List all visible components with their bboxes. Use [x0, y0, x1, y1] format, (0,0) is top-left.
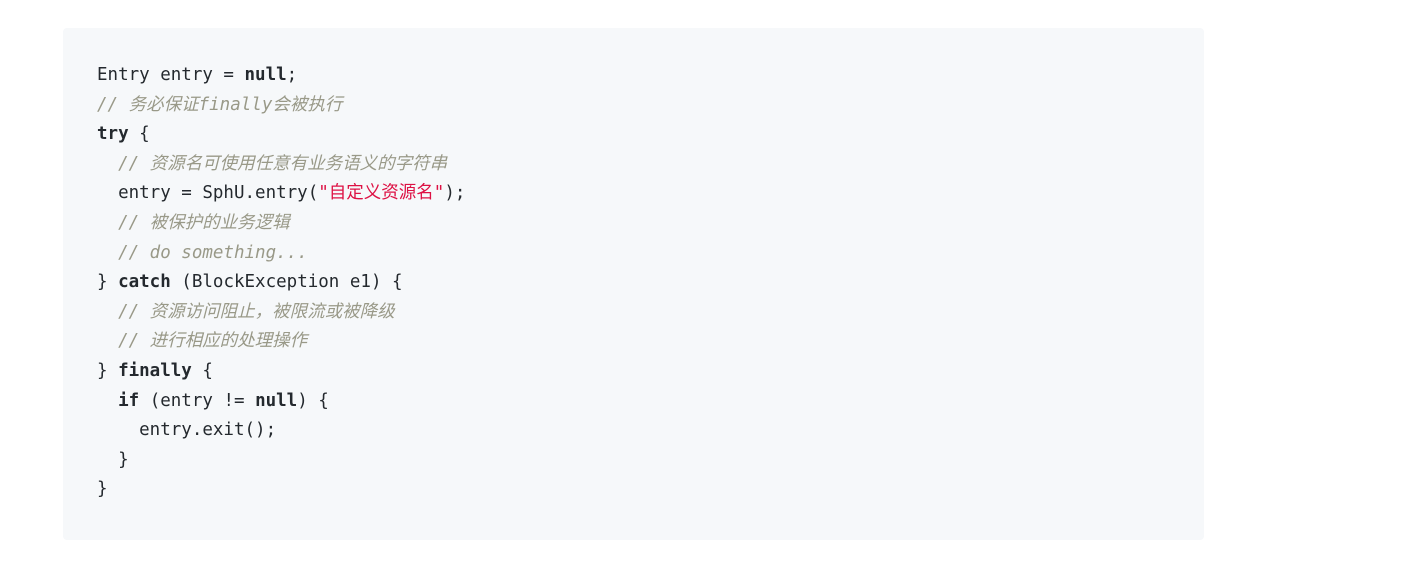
code-text: );: [444, 183, 466, 204]
code-line: entry = SphU.entry("自定义资源名");: [97, 179, 1204, 209]
keyword: null: [255, 390, 298, 411]
keyword: try: [97, 124, 129, 145]
comment: // 被保护的业务逻辑: [118, 212, 290, 233]
code-text: (entry !=: [139, 390, 256, 411]
code-line: // 务必保证finally会被执行: [97, 91, 1204, 121]
code-line: // do something...: [97, 239, 1204, 269]
string-literal: "自定义资源名": [318, 183, 445, 204]
code-line: try {: [97, 120, 1204, 150]
code-line: Entry entry = null;: [97, 61, 1204, 91]
code-text: {: [191, 360, 213, 381]
code-line: } catch (BlockException e1) {: [97, 268, 1204, 298]
code-line: // 资源访问阻止，被限流或被降级: [97, 298, 1204, 328]
code-text: ) {: [297, 390, 329, 411]
code-line: if (entry != null) {: [97, 387, 1204, 417]
comment: // do something...: [118, 242, 308, 263]
keyword: null: [244, 65, 287, 85]
comment: // 进行相应的处理操作: [118, 331, 308, 352]
code-lines: Entry entry = null; // 务必保证finally会被执行 try…: [97, 61, 1204, 505]
code-block: Entry entry = null; // 务必保证finally会被执行 try…: [63, 28, 1204, 540]
code-line: // 资源名可使用任意有业务语义的字符串: [97, 150, 1204, 180]
comment: // 务必保证finally会被执行: [97, 94, 343, 115]
code-line: } finally {: [97, 357, 1204, 387]
code-text: entry.exit();: [97, 420, 277, 441]
code-line: }: [97, 475, 1204, 505]
comment: // 资源访问阻止，被限流或被降级: [118, 301, 395, 322]
keyword: finally: [118, 360, 192, 381]
code-text: }: [97, 360, 119, 381]
keyword: if: [118, 390, 140, 411]
keyword: catch: [118, 272, 171, 293]
code-text: }: [97, 479, 108, 500]
code-text: ;: [286, 65, 298, 85]
code-line: }: [97, 446, 1204, 476]
code-text: Entry entry =: [97, 65, 245, 85]
code-text: entry = SphU.entry(: [97, 183, 319, 204]
code-line: entry.exit();: [97, 416, 1204, 446]
code-text: }: [97, 272, 119, 293]
code-line: // 进行相应的处理操作: [97, 327, 1204, 357]
comment: // 资源名可使用任意有业务语义的字符串: [118, 153, 448, 174]
code-text: (BlockException e1) {: [170, 272, 403, 293]
code-text: }: [97, 449, 129, 470]
code-text: {: [128, 124, 150, 145]
code-line: // 被保护的业务逻辑: [97, 209, 1204, 239]
